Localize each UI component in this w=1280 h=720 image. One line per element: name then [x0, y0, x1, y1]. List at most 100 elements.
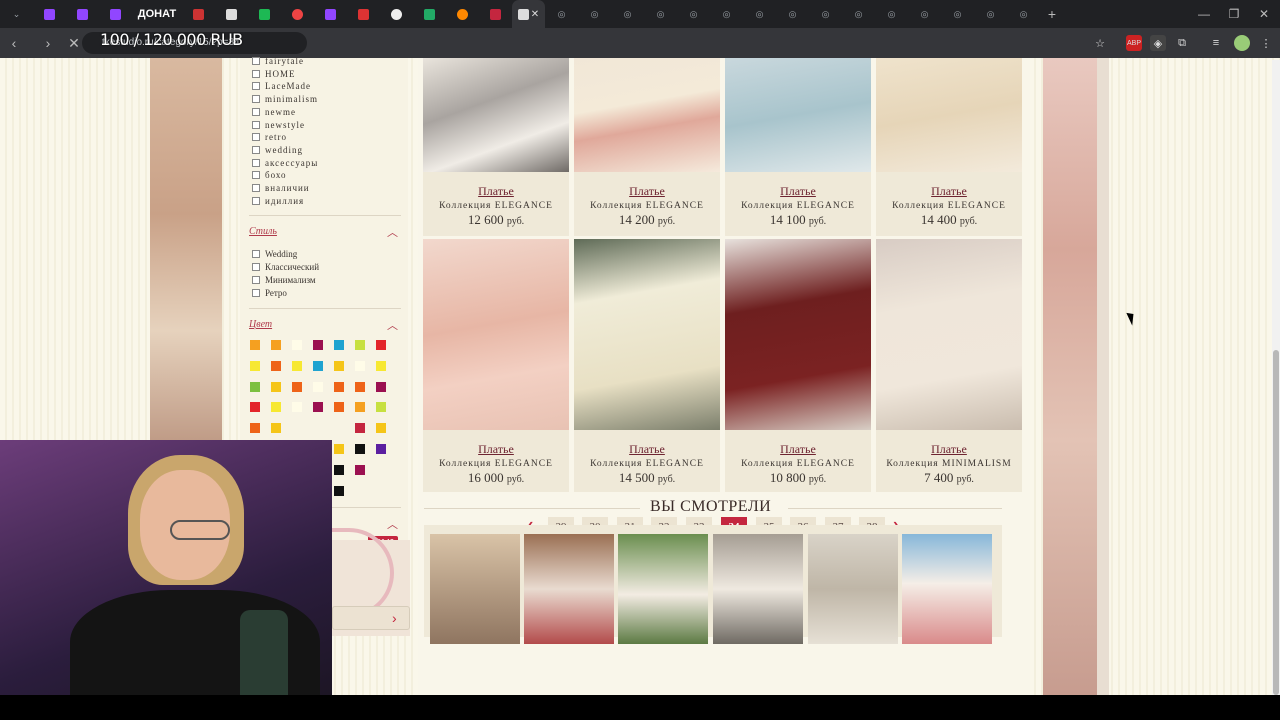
checkbox[interactable]: [252, 82, 260, 91]
product-name-link[interactable]: Платье: [423, 184, 569, 199]
color-swatch[interactable]: [250, 381, 260, 392]
color-swatch[interactable]: [376, 381, 386, 392]
checkbox[interactable]: [252, 145, 260, 154]
close-window-icon[interactable]: ✕: [1248, 0, 1280, 28]
donate-overlay-tab[interactable]: ДОНАТ: [132, 0, 182, 28]
checkbox[interactable]: [252, 263, 260, 271]
tag-filter-checkbox[interactable]: fairytale: [252, 56, 304, 66]
viewed-product-image[interactable]: [902, 534, 992, 644]
new-tab-button[interactable]: +: [1040, 6, 1064, 22]
tab[interactable]: ◎: [545, 0, 578, 28]
color-swatch[interactable]: [292, 402, 302, 413]
color-swatch[interactable]: [334, 381, 344, 392]
puzzle-icon[interactable]: ⧉: [1174, 35, 1190, 51]
product-name-link[interactable]: Платье: [725, 442, 871, 457]
style-filter-checkbox[interactable]: Минимализм: [252, 275, 316, 285]
checkbox[interactable]: [252, 289, 260, 297]
tag-filter-checkbox[interactable]: HOME: [252, 69, 296, 79]
chevron-up-icon[interactable]: ︿: [387, 516, 399, 531]
tab[interactable]: ◎: [842, 0, 875, 28]
chevron-right-icon[interactable]: ›: [392, 610, 397, 626]
color-swatch[interactable]: [250, 360, 260, 371]
tab[interactable]: ◎: [974, 0, 1007, 28]
color-swatch[interactable]: [313, 360, 323, 371]
product-card[interactable]: Платье Коллекция MINIMALISM 7 400 руб.: [876, 239, 1022, 492]
tag-filter-checkbox[interactable]: wedding: [252, 145, 303, 155]
checkbox[interactable]: [252, 107, 260, 116]
product-card[interactable]: Платье Коллекция ELEGANCE 14 100 руб.: [725, 58, 871, 236]
tag-filter-checkbox[interactable]: newstyle: [252, 120, 305, 130]
color-filter-title[interactable]: Цвет: [249, 319, 272, 330]
minimize-icon[interactable]: —: [1188, 0, 1220, 28]
tab[interactable]: [215, 0, 248, 28]
color-swatch[interactable]: [334, 444, 344, 454]
tab[interactable]: [248, 0, 281, 28]
color-swatch[interactable]: [271, 402, 281, 413]
product-card[interactable]: Платье Коллекция ELEGANCE 14 200 руб.: [574, 58, 720, 236]
tab[interactable]: [380, 0, 413, 28]
viewed-product-image[interactable]: [430, 534, 520, 644]
extension-icon[interactable]: ◈: [1150, 35, 1166, 51]
color-swatch[interactable]: [334, 464, 344, 475]
tag-filter-checkbox[interactable]: бохо: [252, 170, 287, 180]
checkbox[interactable]: [252, 171, 260, 180]
tab[interactable]: [33, 0, 66, 28]
forward-icon[interactable]: ›: [36, 35, 60, 51]
color-swatch[interactable]: [355, 340, 365, 350]
color-swatch[interactable]: [376, 360, 386, 371]
product-card[interactable]: Платье Коллекция ELEGANCE 10 800 руб.: [725, 239, 871, 492]
product-name-link[interactable]: Платье: [574, 442, 720, 457]
product-name-link[interactable]: Платье: [574, 184, 720, 199]
product-name-link[interactable]: Платье: [725, 184, 871, 199]
tab[interactable]: ◎: [677, 0, 710, 28]
tab[interactable]: ◎: [1007, 0, 1040, 28]
tab[interactable]: ◎: [776, 0, 809, 28]
checkbox[interactable]: [252, 158, 260, 167]
product-card[interactable]: Платье Коллекция ELEGANCE 16 000 руб.: [423, 239, 569, 492]
style-filter-title[interactable]: Стиль: [249, 226, 277, 237]
viewed-product-image[interactable]: [808, 534, 898, 644]
viewed-product-image[interactable]: [713, 534, 803, 644]
bookmark-star-icon[interactable]: ☆: [1092, 35, 1108, 51]
tab[interactable]: [413, 0, 446, 28]
product-image[interactable]: [876, 239, 1022, 430]
product-name-link[interactable]: Платье: [423, 442, 569, 457]
tab[interactable]: [479, 0, 512, 28]
color-swatch[interactable]: [355, 360, 365, 371]
tab[interactable]: [314, 0, 347, 28]
color-swatch[interactable]: [376, 444, 386, 454]
tag-filter-checkbox[interactable]: LaceMade: [252, 81, 311, 91]
color-swatch[interactable]: [334, 402, 344, 413]
style-filter-checkbox[interactable]: Wedding: [252, 249, 297, 259]
media-icon[interactable]: ≡: [1208, 35, 1224, 51]
color-swatch[interactable]: [355, 402, 365, 413]
color-swatch[interactable]: [250, 423, 260, 434]
checkbox[interactable]: [252, 250, 260, 258]
tag-filter-checkbox[interactable]: аксессуары: [252, 158, 318, 168]
checkbox[interactable]: [252, 120, 260, 129]
checkbox[interactable]: [252, 69, 260, 78]
tab[interactable]: ◎: [908, 0, 941, 28]
product-card[interactable]: Платье Коллекция ELEGANCE 14 400 руб.: [876, 58, 1022, 236]
color-swatch[interactable]: [250, 402, 260, 413]
color-swatch[interactable]: [355, 464, 365, 475]
color-swatch[interactable]: [292, 340, 302, 350]
tab[interactable]: ◎: [743, 0, 776, 28]
tag-filter-checkbox[interactable]: minimalism: [252, 94, 318, 104]
checkbox[interactable]: [252, 196, 260, 205]
viewed-product-image[interactable]: [618, 534, 708, 644]
tab[interactable]: [182, 0, 215, 28]
style-filter-checkbox[interactable]: Ретро: [252, 288, 287, 298]
back-icon[interactable]: ‹: [2, 35, 26, 51]
tab[interactable]: ◎: [578, 0, 611, 28]
tab[interactable]: [446, 0, 479, 28]
checkbox[interactable]: [252, 184, 260, 192]
close-icon[interactable]: ✕: [531, 9, 539, 20]
chevron-up-icon[interactable]: ︿: [387, 224, 399, 239]
checkbox[interactable]: [252, 276, 260, 284]
color-swatch[interactable]: [313, 381, 323, 392]
color-swatch[interactable]: [271, 423, 281, 434]
tab[interactable]: ◎: [611, 0, 644, 28]
promo-button[interactable]: [332, 606, 410, 630]
adblock-icon[interactable]: ABP: [1126, 35, 1142, 51]
